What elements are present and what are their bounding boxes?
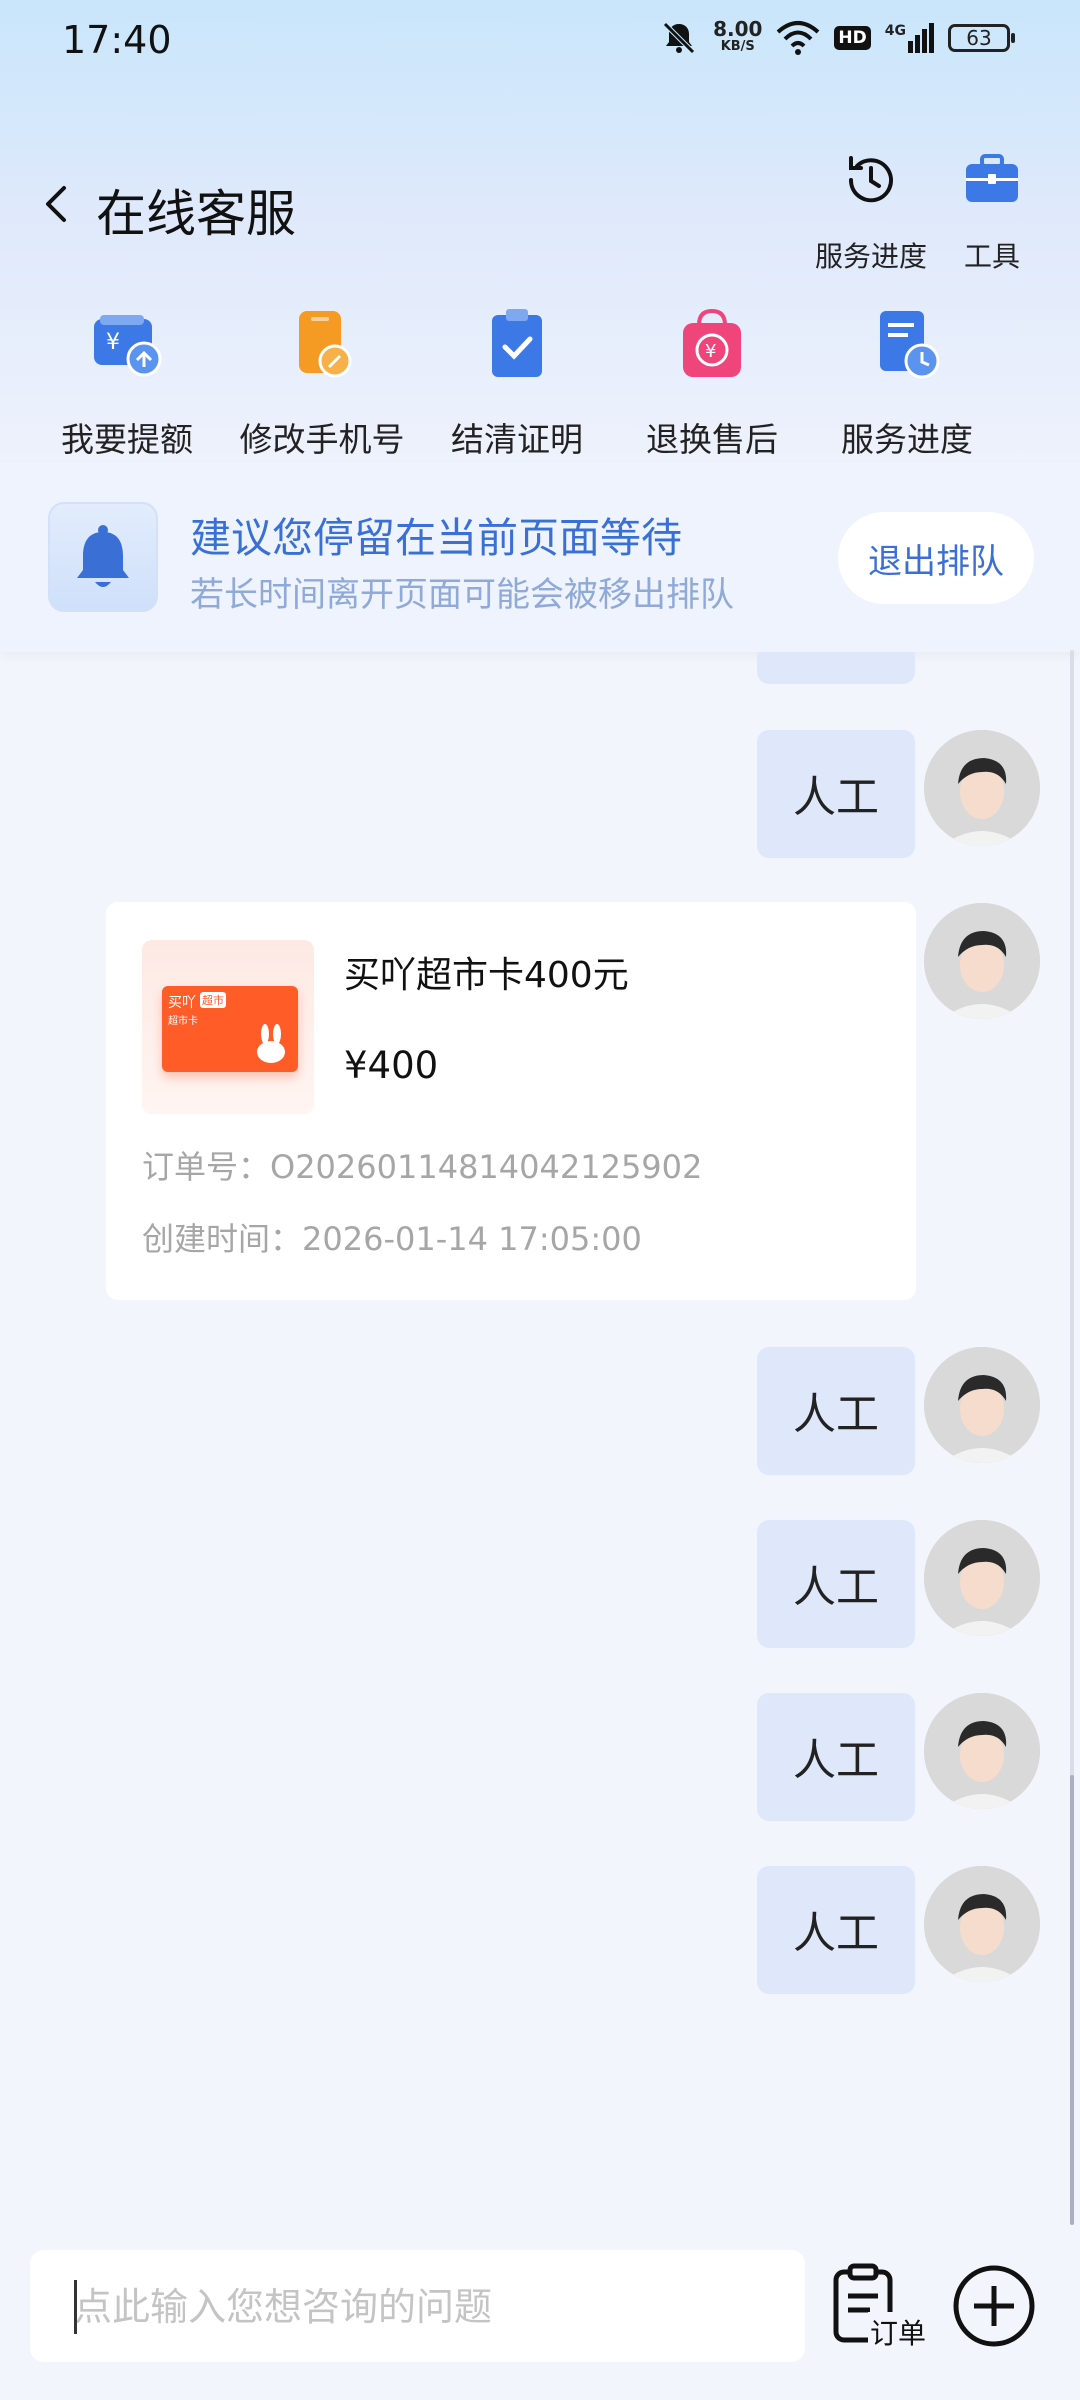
- history-clock-icon: [848, 156, 893, 203]
- status-bar: 17:40 8.00 KB/S HD 4G 63: [0, 0, 1080, 84]
- message-bubble: 人工: [757, 1866, 915, 1994]
- user-avatar: [924, 1520, 1040, 1636]
- user-avatar: [924, 1866, 1040, 1982]
- order-number: 订单号：O20260114814042125902: [142, 1148, 703, 1186]
- svg-text:¥: ¥: [705, 341, 716, 362]
- message-input[interactable]: [72, 2270, 776, 2344]
- scroll-track: [1070, 650, 1074, 1900]
- notice-subtitle: 若长时间离开页面可能会被移出排队: [190, 575, 734, 615]
- product-thumbnail: 买吖 超市 超市卡: [142, 940, 314, 1114]
- service-progress-button[interactable]: 服务进度: [808, 150, 934, 275]
- user-avatar: [924, 903, 1040, 1019]
- back-arrow-icon[interactable]: [36, 182, 80, 226]
- user-avatar: [924, 730, 1040, 846]
- clipboard-check-icon: [492, 309, 542, 377]
- svg-text:¥: ¥: [106, 330, 120, 355]
- status-icons: 8.00 KB/S HD 4G 63: [659, 17, 1015, 58]
- quick-action-after-sales[interactable]: ¥ 退换售后: [617, 305, 807, 461]
- exit-queue-button[interactable]: 退出排队: [838, 512, 1034, 604]
- bell-icon: [77, 525, 129, 587]
- quick-action-raise-limit[interactable]: ¥ 我要提额: [32, 305, 222, 461]
- status-time: 17:40: [62, 18, 172, 62]
- product-name: 买吖超市卡400元: [344, 955, 629, 996]
- product-price: ¥400: [344, 1044, 439, 1087]
- signal-icon: 4G: [885, 23, 934, 53]
- user-avatar: [924, 1693, 1040, 1809]
- wifi-icon: [777, 21, 820, 55]
- network-speed: 8.00 KB/S: [713, 17, 763, 54]
- battery-icon: 63: [948, 24, 1015, 52]
- tools-button[interactable]: 工具: [950, 150, 1034, 275]
- toolbox-icon: [966, 154, 1018, 202]
- page-title: 在线客服: [96, 185, 296, 243]
- order-card[interactable]: 买吖 超市 超市卡 买吖超市卡400元 ¥400 订单号：O2026011481…: [106, 902, 916, 1300]
- phone-edit-icon: [299, 311, 352, 378]
- order-created-time: 创建时间：2026-01-14 17:05:00: [142, 1220, 642, 1258]
- mute-bell-icon: [663, 22, 695, 54]
- message-bubble: 人工: [757, 1693, 915, 1821]
- message-bubble-partial: [757, 652, 915, 684]
- message-input-bar: [30, 2250, 805, 2362]
- quick-actions: ¥ 我要提额 修改手机号 结清证明 ¥ 退换售后 服务进度: [0, 305, 1080, 459]
- quick-action-settlement-proof[interactable]: 结清证明: [422, 305, 612, 461]
- message-bubble: 人工: [757, 730, 915, 858]
- wallet-upload-icon: ¥: [94, 315, 162, 377]
- message-bubble: 人工: [757, 1520, 915, 1648]
- plus-circle-icon[interactable]: [952, 2264, 1036, 2348]
- document-clock-icon: [880, 311, 940, 379]
- queue-notice: 建议您停留在当前页面等待 若长时间离开页面可能会被移出排队 退出排队: [0, 462, 1080, 652]
- notice-bell: [48, 502, 158, 612]
- scrollbar-thumb[interactable]: [1070, 1775, 1074, 2225]
- gift-card-image: 买吖 超市 超市卡: [162, 986, 298, 1072]
- order-label: 订单: [868, 2312, 929, 2352]
- text-cursor: [74, 2280, 77, 2334]
- quick-action-service-progress[interactable]: 服务进度: [812, 305, 1002, 461]
- refund-bag-icon: ¥: [683, 308, 741, 377]
- order-button[interactable]: 订单: [830, 2262, 930, 2362]
- notice-title: 建议您停留在当前页面等待: [190, 514, 682, 562]
- message-bubble: 人工: [757, 1347, 915, 1475]
- rabbit-icon: [257, 1024, 285, 1063]
- user-avatar: [924, 1347, 1040, 1463]
- page-header: 在线客服 服务进度 工具: [0, 150, 1080, 273]
- quick-action-change-phone[interactable]: 修改手机号: [227, 305, 417, 461]
- hd-badge: HD: [834, 26, 871, 50]
